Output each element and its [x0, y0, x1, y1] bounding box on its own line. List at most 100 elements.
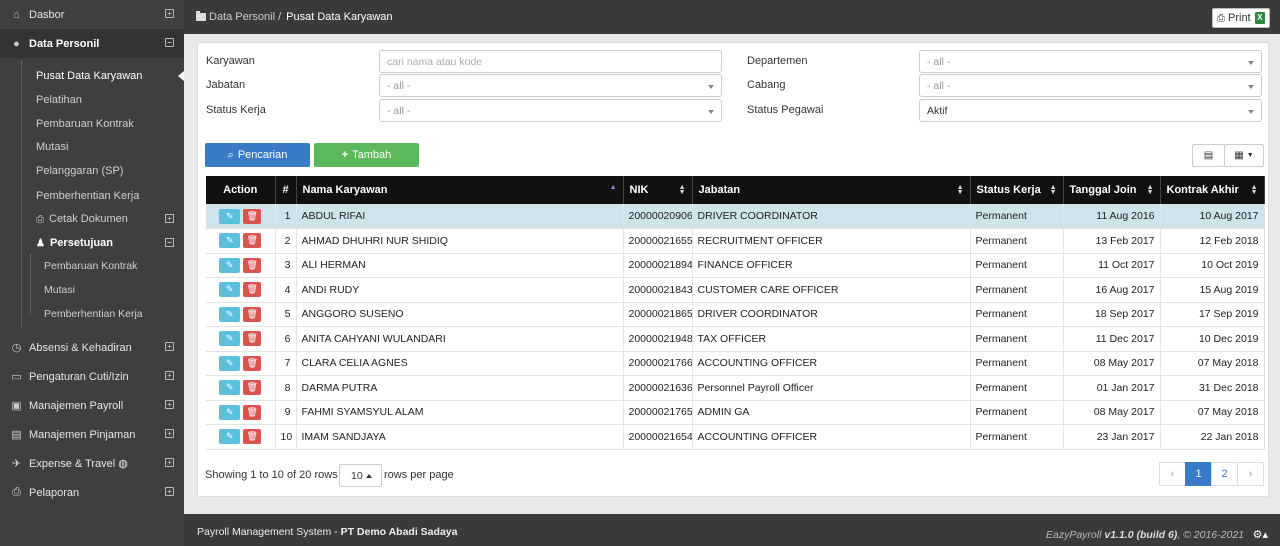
edit-icon[interactable]: ✎ — [219, 257, 241, 273]
book-icon: ▤ — [11, 429, 22, 441]
users-icon: ♟ — [36, 237, 45, 249]
sidebar-subsub-pembaruan-kontrak[interactable]: Pembaruan Kontrak — [0, 254, 184, 278]
sidebar-sub-cetak-dokumen[interactable]: ⎙ Cetak Dokumen + — [0, 207, 184, 231]
trash-icon[interactable]: 🗑 — [243, 208, 262, 224]
trash-icon[interactable]: 🗑 — [243, 380, 262, 396]
home-icon: ⌂ — [13, 8, 20, 21]
cabang-select[interactable]: - all - — [919, 74, 1262, 97]
employee-status-kerja: Permanent — [970, 326, 1064, 352]
sidebar-item-data-personil[interactable]: ● Data Personil − — [0, 29, 184, 58]
sidebar-sub-pembaruan-kontrak[interactable]: Pembaruan Kontrak — [0, 112, 184, 136]
action-cell: ✎ 🗑 — [206, 204, 276, 229]
settings-icon[interactable]: ⚙▴ — [1253, 528, 1268, 541]
sidebar-sub-pelatihan[interactable]: Pelatihan — [0, 88, 184, 112]
edit-icon[interactable]: ✎ — [219, 380, 241, 396]
table-row[interactable]: ✎ 🗑 4 ANDI RUDY 20000021843 CUSTOMER CARE OFF… — [206, 277, 1265, 303]
table-row[interactable]: ✎ 🗑 5 ANGGORO SUSENO 20000021865 DRIVER COORD… — [206, 302, 1265, 327]
next-page-button[interactable]: › — [1237, 462, 1264, 486]
employee-name: ABDUL RIFAI — [296, 204, 624, 229]
status-kerja-select[interactable]: - all - — [379, 99, 722, 122]
jabatan-select[interactable]: - all - — [379, 74, 722, 97]
sidebar-sub-pusat-data-karyawan[interactable]: Pusat Data Karyawan — [0, 64, 184, 88]
table-row[interactable]: ✎ 🗑 6 ANITA CAHYANI WULANDARI 20000021948 TAX… — [206, 326, 1265, 352]
jabatan-select-value: - all - — [387, 80, 411, 92]
header-status-kerja[interactable]: Status Kerja ▲ ▼ — [970, 176, 1064, 204]
table-row[interactable]: ✎ 🗑 8 DARMA PUTRA 20000021636 Personnel Payro… — [206, 375, 1265, 401]
trash-icon[interactable]: 🗑 — [243, 404, 262, 420]
employee-nik: 20000021865 — [623, 302, 693, 327]
header-kontrak-akhir[interactable]: Kontrak Akhir ▲ ▼ — [1160, 176, 1265, 204]
edit-icon[interactable]: ✎ — [219, 233, 241, 249]
edit-icon[interactable]: ✎ — [219, 429, 241, 445]
trash-icon[interactable]: 🗑 — [243, 282, 262, 298]
sidebar-sub-persetujuan[interactable]: ♟ Persetujuan − — [0, 231, 184, 255]
search-button[interactable]: ⌕ Pencarian — [205, 143, 310, 167]
sort-icon: ▲ ▼ — [1146, 184, 1154, 196]
breadcrumb-current: Pusat Data Karyawan — [286, 11, 393, 23]
edit-icon[interactable]: ✎ — [219, 331, 241, 347]
sidebar-item-payroll[interactable]: ▣ Manajemen Payroll + — [0, 391, 184, 420]
list-view-button[interactable]: ▤ — [1192, 144, 1225, 167]
table-row[interactable]: ✎ 🗑 1 ABDUL RIFAI 20000020906 DRIVER COORDINA… — [206, 204, 1265, 229]
edit-icon[interactable]: ✎ — [219, 404, 241, 420]
status-pegawai-select[interactable]: Aktif — [919, 99, 1262, 122]
sidebar-item-pelaporan[interactable]: ⎙ Pelaporan + — [0, 478, 184, 507]
table-row[interactable]: ✎ 🗑 3 ALI HERMAN 20000021894 FINANCE OFFICER P… — [206, 253, 1265, 278]
row-actions: ✎ 🗑 — [211, 429, 270, 445]
sidebar-subsub-mutasi[interactable]: Mutasi — [0, 278, 184, 302]
chevron-down-icon — [1248, 110, 1254, 114]
header-nik[interactable]: NIK ▲ ▼ — [623, 176, 693, 204]
header-jabatan[interactable]: Jabatan ▲ ▼ — [692, 176, 971, 204]
page-button-1[interactable]: 1 — [1185, 462, 1212, 486]
header-nama[interactable]: Nama Karyawan ▲ — [296, 176, 624, 204]
sidebar-item-cuti[interactable]: ▭ Pengaturan Cuti/Izin + — [0, 362, 184, 391]
prev-page-button[interactable]: ‹ — [1159, 462, 1186, 486]
trash-icon[interactable]: 🗑 — [243, 429, 262, 445]
table-row[interactable]: ✎ 🗑 10 IMAM SANDJAYA 20000021654 ACCOUNTING O… — [206, 424, 1265, 450]
page-button-2[interactable]: 2 — [1211, 462, 1238, 486]
search-button-label: Pencarian — [237, 149, 288, 161]
table-row[interactable]: ✎ 🗑 9 FAHMI SYAMSYUL ALAM 20000021765 ADMIN G… — [206, 400, 1265, 425]
header-tanggal-join[interactable]: Tanggal Join ▲ ▼ — [1063, 176, 1161, 204]
expand-icon: + — [165, 342, 174, 351]
breadcrumb-parent[interactable]: Data Personil / — [209, 11, 281, 23]
edit-icon[interactable]: ✎ — [219, 208, 241, 224]
add-button[interactable]: + Tambah — [314, 143, 419, 167]
sidebar-sub-label: Pusat Data Karyawan — [36, 70, 143, 82]
row-number: 8 — [275, 375, 297, 401]
print-icon: ⎙ — [36, 213, 44, 225]
edit-icon[interactable]: ✎ — [219, 282, 241, 298]
status-kerja-label: Status Kerja — [206, 104, 266, 116]
table-row[interactable]: ✎ 🗑 2 AHMAD DHUHRI NUR SHIDIQ 20000021655 REC… — [206, 228, 1265, 254]
sidebar-sub-mutasi[interactable]: Mutasi — [0, 135, 184, 159]
employee-kontrak-akhir: 07 May 2018 — [1160, 400, 1265, 425]
header-label: Tanggal Join — [1069, 184, 1137, 196]
trash-icon[interactable]: 🗑 — [243, 306, 262, 322]
sidebar-item-absensi[interactable]: ◷ Absensi & Kehadiran + — [0, 333, 184, 362]
trash-icon[interactable]: 🗑 — [243, 355, 262, 371]
sidebar-sub-pemberhentian-kerja[interactable]: Pemberhentian Kerja — [0, 184, 184, 208]
page-size-dropdown[interactable]: 10 — [339, 464, 382, 487]
table-row[interactable]: ✎ 🗑 7 CLARA CELIA AGNES 20000021766 ACCOUNTIN… — [206, 351, 1265, 376]
sidebar-item-dasbor[interactable]: ⌂ Dasbor + — [0, 0, 184, 29]
trash-icon[interactable]: 🗑 — [243, 257, 262, 273]
edit-icon[interactable]: ✎ — [219, 355, 241, 371]
employee-tanggal-join: 11 Dec 2017 — [1063, 326, 1161, 352]
sidebar-item-pinjaman[interactable]: ▤ Manajemen Pinjaman + — [0, 420, 184, 449]
employee-jabatan: FINANCE OFFICER — [692, 253, 971, 278]
departemen-select[interactable]: - all - — [919, 50, 1262, 73]
karyawan-search-input[interactable]: cari nama atau kode — [379, 50, 722, 73]
edit-icon[interactable]: ✎ — [219, 306, 241, 322]
employee-status-kerja: Permanent — [970, 375, 1064, 401]
header-number: # — [275, 176, 297, 204]
employee-jabatan: DRIVER COORDINATOR — [692, 204, 971, 229]
print-button[interactable]: ⎙ Print X — [1212, 8, 1270, 28]
sidebar-item-expense[interactable]: ✈ Expense & Travel ◍ + — [0, 449, 184, 478]
sidebar-sub-pelanggaran[interactable]: Pelanggaran (SP) — [0, 159, 184, 183]
sidebar-subsub-pemberhentian-kerja[interactable]: Pemberhentian Kerja — [0, 302, 184, 326]
columns-dropdown-button[interactable]: ▦ ▼ — [1224, 144, 1264, 167]
trash-icon[interactable]: 🗑 — [243, 331, 262, 347]
employee-name: DARMA PUTRA — [296, 375, 624, 401]
trash-icon[interactable]: 🗑 — [243, 233, 262, 249]
footer: Payroll Management System - PT Demo Abad… — [184, 514, 1280, 546]
